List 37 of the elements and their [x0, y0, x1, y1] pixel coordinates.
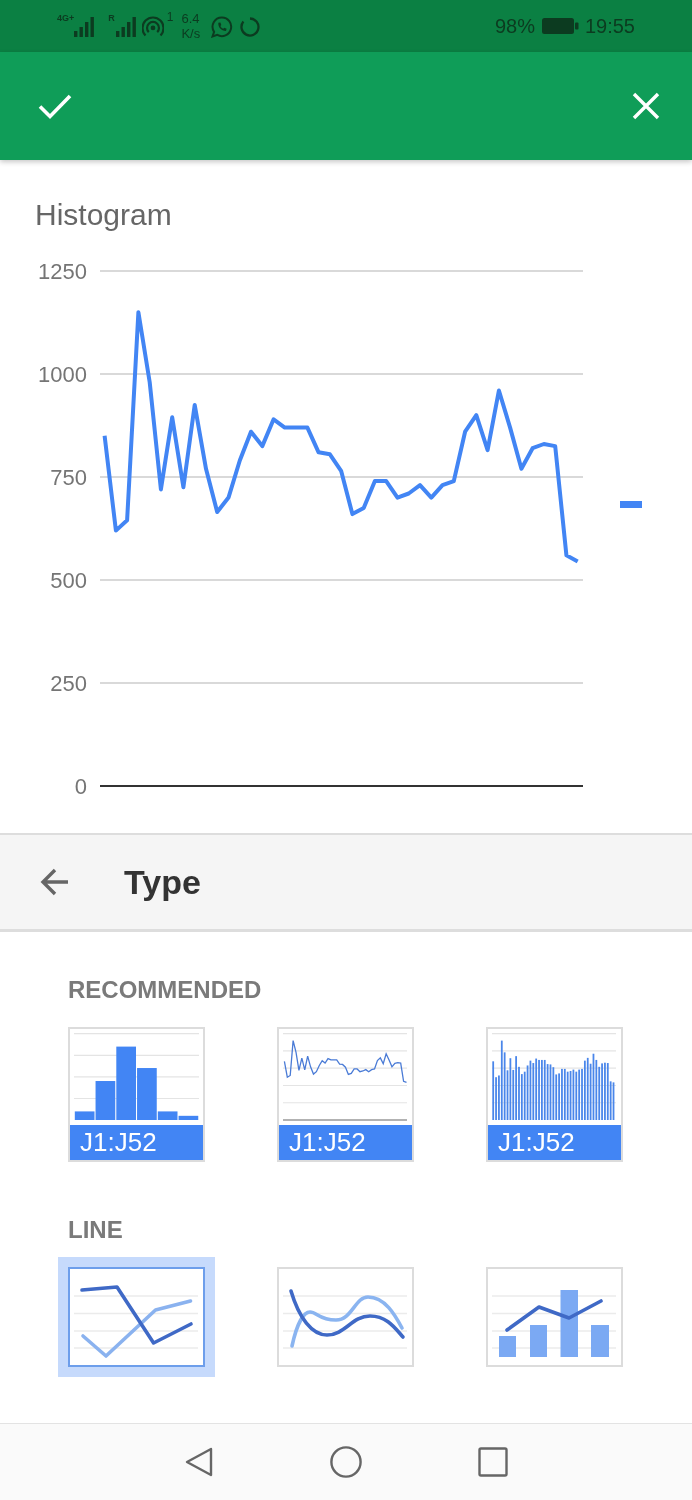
chart-title: Histogram — [35, 197, 173, 233]
speed-unit: K/s — [181, 26, 201, 41]
battery-icon — [540, 17, 579, 35]
axis-tick-label: 1250 — [38, 259, 87, 284]
check-icon[interactable] — [38, 92, 72, 120]
clock: 19:55 — [584, 14, 635, 38]
hotspot-icon — [141, 16, 164, 38]
chat-bubble-icon — [211, 16, 234, 38]
axis-tick-label: 500 — [50, 568, 87, 593]
chart-type-option[interactable]: J1:J52 — [486, 1027, 623, 1162]
section-heading: LINE — [67, 1216, 124, 1244]
close-icon[interactable] — [632, 92, 660, 120]
loading-ring-icon — [240, 17, 261, 37]
panel-title: Type — [124, 862, 201, 902]
circle-home-icon[interactable] — [330, 1446, 362, 1478]
signal-icon — [74, 17, 95, 37]
line-chart-icon — [73, 1283, 198, 1360]
section-heading: RECOMMENDED — [67, 976, 263, 1004]
network-speed: 6.4 — [181, 11, 201, 26]
network-type-label: 4G+ — [57, 13, 75, 23]
triangle-back-icon[interactable] — [184, 1446, 214, 1478]
axis-tick-label: 750 — [50, 465, 87, 490]
axis-tick-label: 250 — [50, 671, 87, 696]
signal-icon — [115, 17, 136, 37]
chart-type-option[interactable] — [68, 1267, 205, 1367]
axis-tick-label: 0 — [74, 774, 87, 799]
range-label: J1:J52 — [70, 1125, 203, 1160]
back-arrow-icon[interactable] — [38, 867, 70, 897]
battery-percentage: 98% — [494, 14, 535, 38]
range-label: J1:J52 — [488, 1125, 621, 1160]
chart-type-option[interactable]: J1:J52 — [68, 1027, 205, 1162]
axis-tick-label: 1000 — [38, 362, 87, 387]
range-label: J1:J52 — [279, 1125, 412, 1160]
roaming-label: R — [108, 13, 115, 23]
hotspot-count: 1 — [166, 11, 174, 24]
chart-type-option[interactable]: J1:J52 — [277, 1027, 414, 1162]
square-recents-icon[interactable] — [478, 1447, 508, 1477]
